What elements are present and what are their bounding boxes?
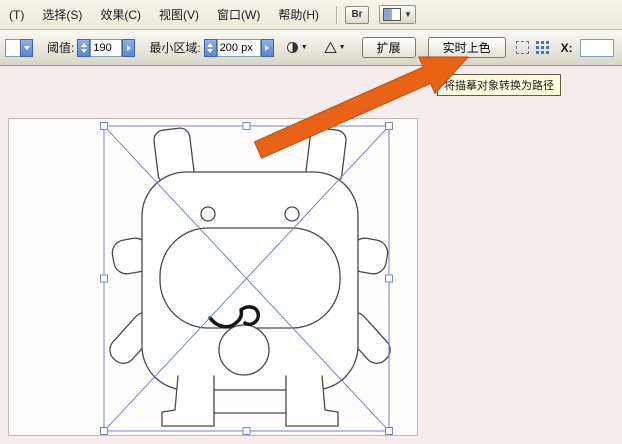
traced-object[interactable] xyxy=(99,121,394,436)
menu-select[interactable]: 选择(S) xyxy=(33,3,91,26)
menu-separator xyxy=(336,5,337,24)
panels-glyph xyxy=(383,8,401,21)
expand-button[interactable]: 扩展 xyxy=(361,37,416,58)
trace-outline-icon xyxy=(323,41,337,53)
x-coordinate-label: X: xyxy=(560,40,573,55)
control-right-icons: X: xyxy=(515,38,614,57)
document-canvas[interactable] xyxy=(0,66,622,444)
cow-mouth xyxy=(218,324,270,376)
selection-bounds-icon[interactable] xyxy=(515,41,529,54)
threshold-spinner[interactable] xyxy=(77,38,91,57)
selection-handle[interactable] xyxy=(100,122,108,130)
chevron-down-icon[interactable] xyxy=(20,38,33,57)
tooltip: 将描摹对象转换为路径 xyxy=(437,74,561,96)
cow-outline-drawing[interactable] xyxy=(105,127,394,427)
threshold-slider-icon[interactable] xyxy=(122,38,136,57)
cow-eye-right xyxy=(284,206,300,222)
selection-handle[interactable] xyxy=(100,274,108,283)
live-paint-button[interactable]: 实时上色 xyxy=(427,37,506,58)
selection-handle[interactable] xyxy=(385,427,393,435)
trace-outline-view-button[interactable]: ▼ xyxy=(320,38,350,57)
cow-eye-left xyxy=(200,206,216,222)
menu-window[interactable]: 窗口(W) xyxy=(208,3,269,26)
menu-bar: (T) 选择(S) 效果(C) 视图(V) 窗口(W) 帮助(H) Br ▼ xyxy=(0,0,622,30)
trace-result-icon xyxy=(286,42,298,53)
x-coordinate-input[interactable] xyxy=(579,38,614,57)
menu-help[interactable]: 帮助(H) xyxy=(269,3,328,26)
min-area-slider-icon[interactable] xyxy=(260,38,274,57)
illustrator-window: (T) 选择(S) 效果(C) 视图(V) 窗口(W) 帮助(H) Br ▼ 阈… xyxy=(0,0,622,444)
min-area-stepper xyxy=(203,38,274,57)
selection-handle[interactable] xyxy=(385,122,393,130)
preset-dropdown-field xyxy=(5,38,20,57)
min-area-label: 最小区域: xyxy=(149,41,201,55)
selection-handle[interactable] xyxy=(242,122,251,130)
threshold-label: 阈值: xyxy=(47,41,75,55)
threshold-stepper xyxy=(77,38,136,57)
control-bar: 阈值: 最小区域: ▼ ▼ 扩展 实时上色 xyxy=(0,30,622,66)
trace-result-view-button[interactable]: ▼ xyxy=(282,38,312,57)
preset-dropdown[interactable] xyxy=(5,38,33,57)
selection-handle[interactable] xyxy=(242,427,251,435)
selection-handle[interactable] xyxy=(100,427,108,435)
chevron-down-icon: ▼ xyxy=(338,44,346,51)
min-area-input[interactable] xyxy=(216,38,261,57)
chevron-down-icon: ▼ xyxy=(300,44,308,51)
selection-handle[interactable] xyxy=(385,274,393,283)
menu-type[interactable]: (T) xyxy=(0,5,33,25)
threshold-input[interactable] xyxy=(90,38,123,57)
min-area-spinner[interactable] xyxy=(203,38,217,57)
cow-muzzle xyxy=(159,227,341,329)
workspace-panels-icon[interactable]: ▼ xyxy=(379,5,416,24)
align-grid-icon[interactable] xyxy=(535,40,550,55)
bridge-icon[interactable]: Br xyxy=(345,5,369,24)
menu-effect[interactable]: 效果(C) xyxy=(91,3,150,26)
menu-view[interactable]: 视图(V) xyxy=(150,3,208,26)
chevron-down-icon: ▼ xyxy=(404,10,412,19)
